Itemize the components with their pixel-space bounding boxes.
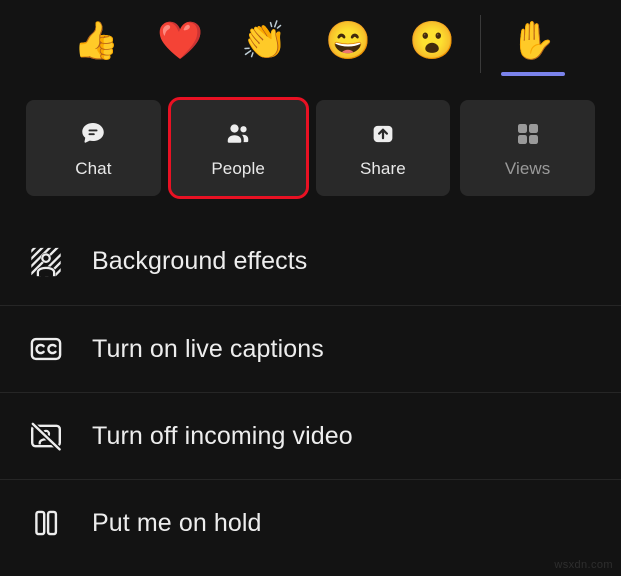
views-button-label: Views xyxy=(504,159,551,178)
surprised-face-icon: 😮 xyxy=(408,19,456,61)
people-icon xyxy=(223,117,253,151)
reaction-applause[interactable]: 👏 xyxy=(222,0,306,88)
laughing-face-icon: 😄 xyxy=(324,19,372,61)
option-background-effects-label: Background effects xyxy=(92,247,308,275)
chat-button[interactable]: Chat xyxy=(26,100,161,196)
reaction-raise-hand[interactable]: ✋ xyxy=(491,0,575,88)
chat-icon xyxy=(78,117,108,151)
option-put-on-hold[interactable]: Put me on hold xyxy=(0,479,621,566)
reaction-laugh[interactable]: 😄 xyxy=(306,0,390,88)
quick-action-row: Chat People Share Views xyxy=(0,88,621,199)
views-icon xyxy=(513,117,543,151)
share-button-label: Share xyxy=(359,159,406,178)
share-icon xyxy=(368,117,398,151)
more-options-panel: 👍 ❤️ 👏 😄 😮 ✋ Chat People Share Views Bac… xyxy=(0,0,621,576)
option-background-effects[interactable]: Background effects xyxy=(0,218,621,305)
raised-hand-icon: ✋ xyxy=(509,19,557,61)
video-off-icon xyxy=(26,416,66,456)
pause-icon xyxy=(26,503,66,543)
option-live-captions-label: Turn on live captions xyxy=(92,334,324,363)
heart-icon: ❤️ xyxy=(156,19,204,61)
option-list: Background effects Turn on live captions xyxy=(0,218,621,566)
applause-icon: 👏 xyxy=(240,19,288,61)
option-incoming-video[interactable]: Turn off incoming video xyxy=(0,392,621,479)
raise-hand-active-indicator xyxy=(501,72,565,76)
watermark: wsxdn.com xyxy=(554,559,613,571)
share-button[interactable]: Share xyxy=(315,100,451,196)
thumbs-up-icon: 👍 xyxy=(72,19,120,61)
people-button-label: People xyxy=(211,159,265,178)
reaction-heart[interactable]: ❤️ xyxy=(138,0,222,88)
reaction-thumbs-up[interactable]: 👍 xyxy=(54,0,138,88)
reaction-surprised[interactable]: 😮 xyxy=(390,0,474,88)
closed-captions-icon xyxy=(26,329,66,369)
option-live-captions[interactable]: Turn on live captions xyxy=(0,305,621,392)
reaction-bar: 👍 ❤️ 👏 😄 😮 ✋ xyxy=(0,0,621,88)
views-button[interactable]: Views xyxy=(460,100,595,196)
reaction-divider xyxy=(480,15,481,73)
chat-button-label: Chat xyxy=(75,159,112,178)
people-button[interactable]: People xyxy=(167,97,309,199)
option-put-on-hold-label: Put me on hold xyxy=(92,508,262,537)
background-effects-icon xyxy=(26,242,66,282)
option-incoming-video-label: Turn off incoming video xyxy=(92,421,353,450)
